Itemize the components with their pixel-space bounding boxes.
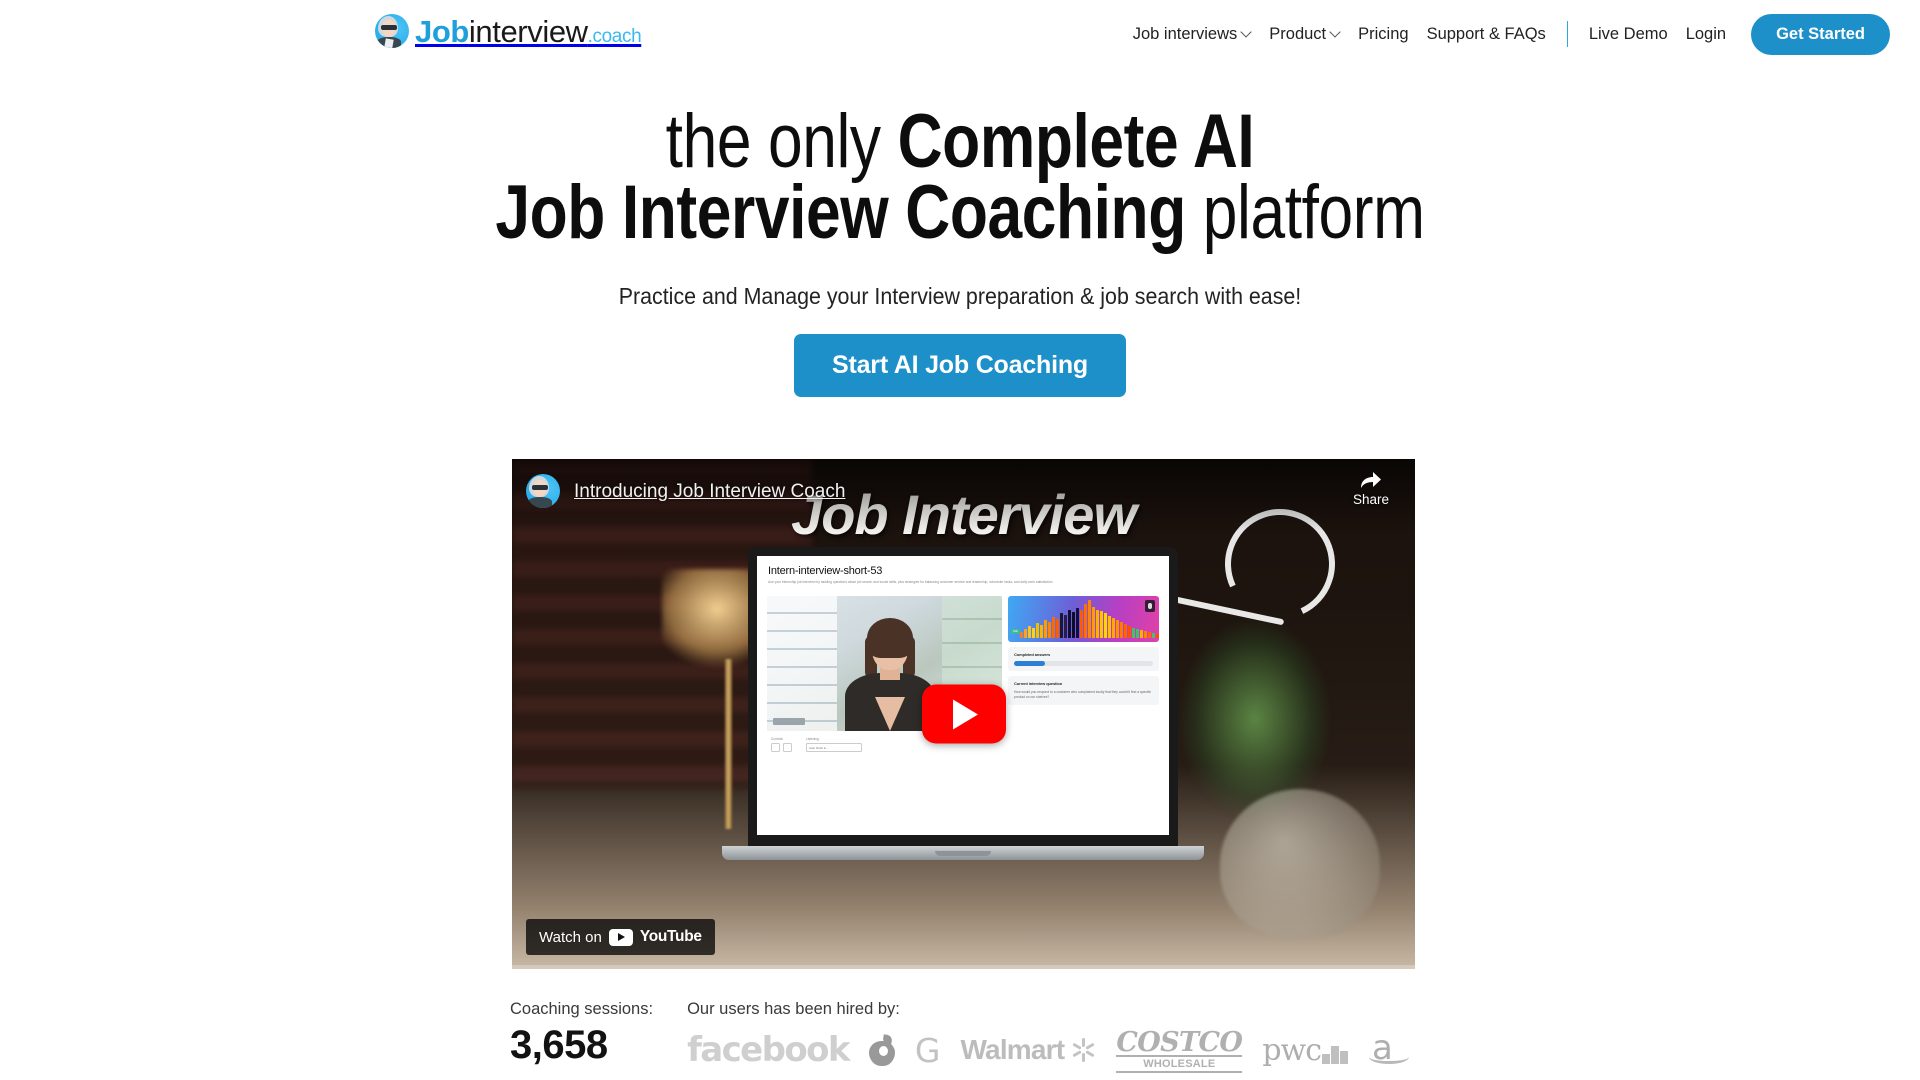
landing-page: Jobinterview.coach Job interviews Produc…: [0, 0, 1920, 1080]
social-proof-section: Coaching sessions: 3,658 Our users has b…: [0, 1000, 1920, 1073]
current-question-card: Current interview question How would you…: [1008, 676, 1159, 705]
app-side-panel: Talk Completed answers Current interview…: [1008, 596, 1159, 731]
costco-wordmark: COSTCO: [1116, 1027, 1243, 1058]
walmart-spark-icon: [1070, 1037, 1096, 1063]
nav-item-product[interactable]: Product: [1260, 19, 1349, 50]
walmart-wordmark: Walmart: [960, 1034, 1065, 1065]
completed-answers-label: Completed answers: [1014, 652, 1051, 657]
page-title: the only Complete AI Job Interview Coach…: [173, 104, 1747, 251]
coaching-sessions-stat: Coaching sessions: 3,658: [510, 1000, 653, 1073]
control-buttons: [771, 743, 792, 752]
nav-item-job-interviews[interactable]: Job interviews: [1124, 19, 1261, 50]
waveform-bars: [1020, 600, 1159, 638]
hero-cta-wrap: Start AI Job Coaching: [0, 333, 1920, 397]
nav-item-support-faqs[interactable]: Support & FAQs: [1418, 19, 1555, 50]
chevron-down-icon: [1331, 28, 1340, 37]
google-logo-icon: G: [914, 1030, 941, 1070]
brand-text-job: Job: [415, 13, 469, 49]
controls-label: Controls: [771, 737, 783, 741]
main-navigation: Job interviews Product Pricing Support &…: [1124, 0, 1920, 68]
watch-on-youtube-button[interactable]: Watch on YouTube: [526, 919, 715, 955]
listening-group: Listening Auto finish in...: [806, 737, 862, 752]
facebook-logo-icon: facebook: [687, 1030, 850, 1070]
session-title: Intern-interview-short-53: [768, 565, 883, 577]
audio-waveform-chart: Talk: [1008, 596, 1159, 642]
headline-light-2: platform: [1185, 170, 1425, 256]
amazon-logo-icon: a: [1368, 1028, 1410, 1068]
play-control-icon: [771, 743, 780, 752]
person-sunglasses-avatar-icon: [375, 14, 409, 48]
nav-item-login[interactable]: Login: [1677, 19, 1735, 50]
listening-label: Listening: [806, 737, 819, 741]
youtube-video-player[interactable]: Job Interview Coaching Intern-interview-…: [512, 459, 1415, 969]
current-question-label: Current interview question: [1014, 681, 1063, 686]
headline-line-1: the only Complete AI: [173, 104, 1747, 180]
nav-label: Product: [1269, 24, 1327, 43]
current-question-text: How would you respond to a customer who …: [1014, 690, 1151, 699]
walmart-logo-icon: Walmart: [960, 1034, 1096, 1066]
video-channel-title[interactable]: Introducing Job Interview Coach: [574, 481, 845, 503]
watch-on-label: Watch on: [539, 928, 602, 946]
brand-text-interview: interview: [468, 13, 588, 49]
chevron-down-icon: [1242, 28, 1251, 37]
listening-value: Auto finish in...: [806, 743, 862, 752]
laptop-notch: [935, 851, 991, 856]
share-button[interactable]: Share: [1341, 471, 1401, 507]
hero-subtitle: Practice and Manage your Interview prepa…: [618, 282, 1302, 309]
hired-by-block: Our users has been hired by: facebook G …: [687, 1000, 1410, 1073]
nav-divider: [1566, 21, 1568, 47]
share-arrow-icon: [1361, 472, 1381, 488]
headline-line-2: Job Interview Coaching platform: [173, 175, 1747, 251]
glass-jar-decor: [1220, 789, 1380, 939]
desk-lamp-stem: [725, 659, 732, 829]
start-ai-job-coaching-button[interactable]: Start AI Job Coaching: [793, 333, 1126, 397]
costco-logo-icon: COSTCO WHOLESALE: [1116, 1027, 1243, 1073]
play-button-icon[interactable]: [921, 684, 1006, 744]
amazon-smile-icon: [1369, 1050, 1410, 1064]
youtube-logo-icon: [608, 928, 633, 946]
brand-text-coach: .coach: [587, 25, 642, 47]
get-started-button[interactable]: Get Started: [1751, 13, 1890, 55]
hero-section: the only Complete AI Job Interview Coach…: [0, 104, 1920, 397]
completed-answers-progress: [1014, 661, 1153, 666]
chart-badge: Talk: [1011, 629, 1020, 634]
apple-logo-icon: [868, 1034, 895, 1066]
share-label: Share: [1352, 492, 1390, 507]
youtube-label: YouTube: [639, 928, 702, 945]
hired-by-label: Our users has been hired by:: [687, 1000, 900, 1018]
controls-group: Controls: [771, 737, 792, 752]
microphone-icon: [1145, 600, 1155, 612]
pwc-logo-icon: pwc: [1262, 1032, 1349, 1068]
nav-item-live-demo[interactable]: Live Demo: [1580, 19, 1677, 50]
headline-bold-2: Job Interview Coaching: [495, 170, 1186, 256]
session-description: Ace your internship job interview by tac…: [768, 580, 1054, 584]
pwc-wordmark: pwc: [1262, 1032, 1322, 1068]
brand-logo[interactable]: Jobinterview.coach: [375, 13, 642, 49]
nav-item-pricing[interactable]: Pricing: [1349, 19, 1417, 50]
webcam-name-tag: [773, 718, 805, 725]
brand-wordmark: Jobinterview.coach: [415, 13, 642, 49]
video-progress-bar[interactable]: [512, 965, 1415, 969]
stop-control-icon: [783, 743, 792, 752]
completed-answers-card: Completed answers: [1008, 647, 1159, 671]
site-header: Jobinterview.coach Job interviews Produc…: [0, 0, 1920, 68]
company-logos: facebook G Walmart COSTCO WHOLESALE pwc: [687, 1027, 1410, 1073]
channel-avatar-icon[interactable]: [526, 474, 560, 508]
coaching-sessions-label: Coaching sessions:: [509, 1000, 654, 1018]
coaching-sessions-count: 3,658: [509, 1023, 608, 1067]
nav-label: Job interviews: [1132, 24, 1238, 43]
